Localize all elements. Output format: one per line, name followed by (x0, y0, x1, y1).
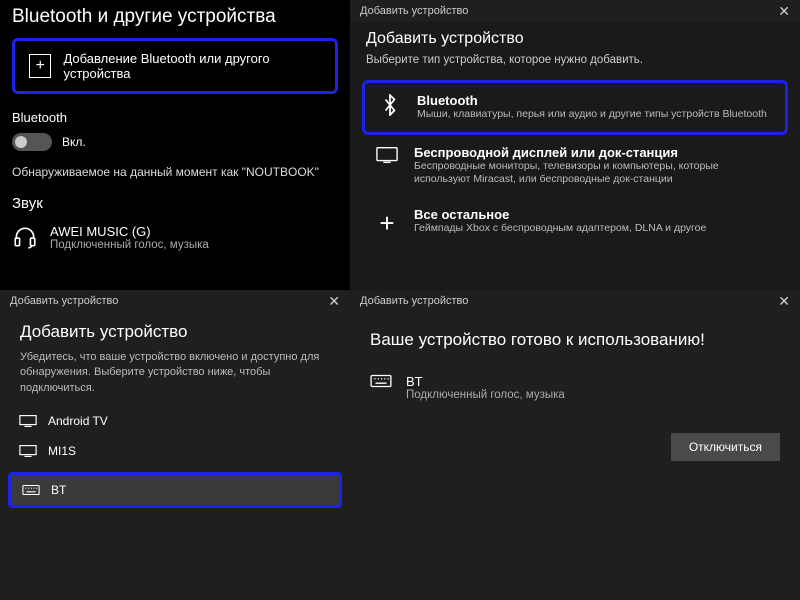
device-item-bt[interactable]: BT (8, 472, 342, 508)
tv-icon (18, 444, 38, 458)
dialog-subtext: Убедитесь, что ваше устройство включено … (0, 350, 350, 406)
dialog-title: Добавить устройство (360, 295, 468, 307)
bluetooth-section-label: Bluetooth (0, 100, 350, 129)
audio-device-name: AWEI MUSIC (G) (50, 224, 209, 239)
close-icon[interactable]: ✕ (778, 294, 790, 308)
dialog-title: Добавить устройство (10, 295, 118, 307)
headset-icon (12, 224, 38, 250)
ready-heading: Ваше устройство готово к использованию! (370, 330, 780, 350)
option-everything-else[interactable]: + Все остальное Геймпады Xbox с беспрово… (362, 197, 788, 249)
dialog-subtext: Выберите тип устройства, которое нужно д… (350, 54, 800, 76)
device-name: BT (51, 483, 66, 497)
device-name: Android TV (48, 414, 108, 428)
page-title: Bluetooth и другие устройства (0, 0, 350, 32)
dialog-heading: Добавить устройство (350, 22, 800, 54)
add-device-dialog-1: Добавить устройство ✕ Добавить устройств… (350, 0, 800, 290)
settings-panel: Bluetooth и другие устройства + Добавлен… (0, 0, 350, 290)
bluetooth-toggle[interactable] (12, 133, 52, 151)
audio-device-row[interactable]: AWEI MUSIC (G) Подключенный голос, музык… (0, 216, 350, 259)
dialog-title: Добавить устройство (360, 5, 468, 17)
option-bluetooth[interactable]: Bluetooth Мыши, клавиатуры, перья или ау… (362, 80, 788, 135)
option-desc: Беспроводные мониторы, телевизоры и комп… (414, 160, 776, 187)
device-name: MI1S (48, 444, 76, 458)
device-item-tv[interactable]: Android TV (8, 406, 342, 436)
add-device-button[interactable]: + Добавление Bluetooth или другого устро… (12, 38, 338, 94)
tv-icon (18, 414, 38, 428)
audio-device-status: Подключенный голос, музыка (50, 239, 209, 251)
option-desc: Геймпады Xbox с беспроводным адаптером, … (414, 222, 706, 236)
option-desc: Мыши, клавиатуры, перья или аудио и друг… (417, 108, 767, 122)
ready-device-status: Подключенный голос, музыка (406, 389, 565, 401)
option-wireless-display[interactable]: Беспроводной дисплей или док-станция Бес… (362, 135, 788, 197)
option-title: Все остальное (414, 207, 706, 222)
add-device-label: Добавление Bluetooth или другого устройс… (63, 51, 321, 81)
discoverable-text: Обнаруживаемое на данный момент как "NOU… (0, 155, 350, 189)
display-icon (374, 146, 400, 164)
toggle-state-label: Вкл. (62, 135, 86, 149)
ready-device-name: BT (406, 374, 565, 389)
add-device-dialog-2: Добавить устройство ✕ Добавить устройств… (0, 290, 350, 600)
close-icon[interactable]: ✕ (328, 294, 340, 308)
bluetooth-icon (377, 94, 403, 116)
plus-icon: + (374, 208, 400, 239)
option-title: Беспроводной дисплей или док-станция (414, 145, 776, 160)
plus-icon: + (29, 54, 51, 78)
ready-device-row: BT Подключенный голос, музыка (370, 374, 780, 401)
disconnect-button[interactable]: Отключиться (671, 433, 780, 461)
close-icon[interactable]: ✕ (778, 4, 790, 18)
sound-section-label: Звук (0, 189, 350, 216)
dialog-heading: Добавить устройство (0, 312, 350, 350)
device-ready-dialog: Добавить устройство ✕ Ваше устройство го… (350, 290, 800, 600)
device-item-mi1s[interactable]: MI1S (8, 436, 342, 466)
keyboard-icon (370, 374, 392, 393)
keyboard-icon (21, 484, 41, 496)
option-title: Bluetooth (417, 93, 767, 108)
